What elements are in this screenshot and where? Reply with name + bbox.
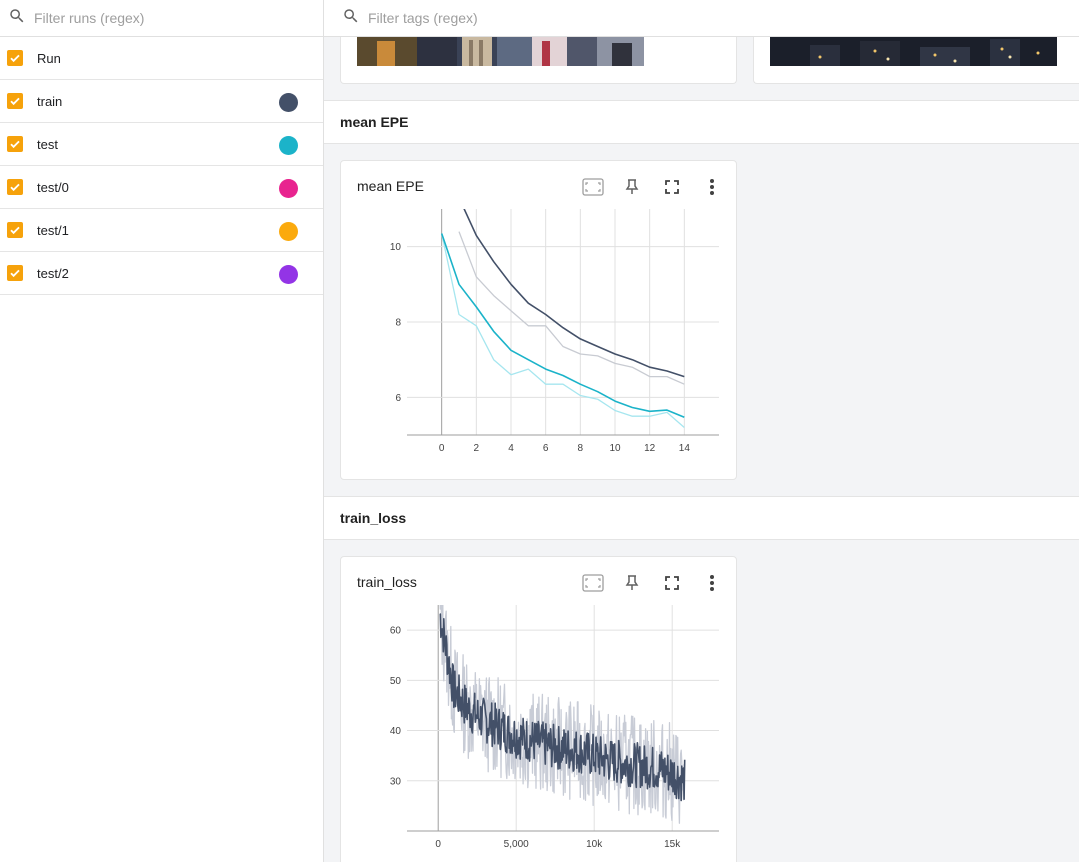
- scalar-card-mean-epe: mean EPE 0 2 4 6 8 10 12 14 6 8 10: [340, 160, 737, 480]
- check-icon: [10, 226, 20, 235]
- x-tick-label: 4: [508, 443, 514, 454]
- scalar-card-train-loss: train_loss 0 5,000 10k 15k 30 40 50 60: [340, 556, 737, 862]
- image-thumbnail[interactable]: [770, 37, 1057, 66]
- series-line-test-smoothed: [440, 233, 685, 419]
- train-loss-chart[interactable]: 0 5,000 10k 15k 30 40 50 60: [341, 605, 736, 862]
- y-tick-label: 30: [390, 776, 402, 787]
- x-tick-label: 12: [644, 443, 656, 454]
- plot-area: [440, 209, 685, 428]
- run-checkbox[interactable]: [7, 265, 23, 281]
- run-list: Run train test test/0 test/1 test/2: [0, 37, 323, 295]
- check-icon: [10, 54, 20, 63]
- run-select-all-row[interactable]: Run: [0, 37, 323, 80]
- series-line-train-raw: [458, 231, 685, 385]
- main-panel: Filter tags (regex) mean EPE mean EPE 0 …: [324, 0, 1079, 862]
- mean-epe-chart[interactable]: 0 2 4 6 8 10 12 14 6 8 10: [341, 209, 736, 469]
- y-tick-label: 40: [390, 726, 402, 737]
- plot-area: [439, 605, 686, 824]
- run-color-swatch[interactable]: [279, 222, 298, 241]
- card-title: train_loss: [357, 574, 417, 590]
- x-tick-label: 10: [609, 443, 621, 454]
- run-checkbox[interactable]: [7, 136, 23, 152]
- run-label: test/1: [37, 222, 69, 238]
- tags-filter[interactable]: Filter tags (regex): [324, 0, 1079, 37]
- run-row[interactable]: train: [0, 80, 323, 123]
- image-thumbnail[interactable]: [357, 37, 644, 66]
- runs-sidebar: Filter runs (regex) Run train test test/0 te…: [0, 0, 324, 862]
- runs-filter-input[interactable]: Filter runs (regex): [34, 10, 144, 26]
- run-row[interactable]: test: [0, 123, 323, 166]
- fullscreen-icon[interactable]: [660, 175, 684, 199]
- image-card: [753, 37, 1079, 84]
- series-line-train-smoothed: [463, 209, 685, 378]
- run-label: train: [37, 93, 63, 109]
- y-tick-label: 50: [390, 676, 402, 687]
- x-tick-label: 10k: [586, 839, 603, 850]
- x-tick-label: 5,000: [504, 839, 529, 850]
- series-line-test-raw: [441, 233, 685, 428]
- check-icon: [10, 183, 20, 192]
- pin-icon[interactable]: [620, 571, 644, 595]
- x-tick-label: 0: [439, 443, 445, 454]
- more-vert-icon[interactable]: [700, 175, 724, 199]
- runs-filter[interactable]: Filter runs (regex): [0, 0, 323, 37]
- check-icon: [10, 97, 20, 106]
- check-icon: [10, 140, 20, 149]
- run-checkbox[interactable]: [7, 50, 23, 66]
- search-icon: [342, 7, 360, 30]
- run-row[interactable]: test/0: [0, 166, 323, 209]
- run-color-swatch[interactable]: [279, 136, 298, 155]
- fit-domain-icon[interactable]: [581, 571, 605, 595]
- run-checkbox[interactable]: [7, 93, 23, 109]
- run-label: Run: [37, 50, 61, 66]
- section-header-train-loss[interactable]: train_loss: [324, 496, 1079, 540]
- x-tick-label: 0: [435, 839, 441, 850]
- y-tick-label: 6: [395, 393, 401, 404]
- run-color-swatch[interactable]: [279, 93, 298, 112]
- y-tick-label: 8: [395, 318, 401, 329]
- card-title: mean EPE: [357, 178, 424, 194]
- run-row[interactable]: test/2: [0, 252, 323, 295]
- check-icon: [10, 269, 20, 278]
- x-tick-label: 15k: [664, 839, 681, 850]
- fullscreen-icon[interactable]: [660, 571, 684, 595]
- run-color-swatch[interactable]: [279, 265, 298, 284]
- pin-icon[interactable]: [620, 175, 644, 199]
- y-tick-label: 60: [390, 626, 402, 637]
- tags-filter-input[interactable]: Filter tags (regex): [368, 10, 478, 26]
- more-vert-icon[interactable]: [700, 571, 724, 595]
- x-tick-label: 8: [578, 443, 584, 454]
- run-checkbox[interactable]: [7, 222, 23, 238]
- run-label: test/0: [37, 179, 69, 195]
- run-checkbox[interactable]: [7, 179, 23, 195]
- run-row[interactable]: test/1: [0, 209, 323, 252]
- section-header-mean-epe[interactable]: mean EPE: [324, 100, 1079, 144]
- run-label: test: [37, 136, 58, 152]
- search-icon: [8, 7, 26, 30]
- x-tick-label: 14: [679, 443, 691, 454]
- section-title: mean EPE: [340, 114, 409, 130]
- fit-domain-icon[interactable]: [581, 175, 605, 199]
- x-tick-label: 6: [543, 443, 549, 454]
- run-label: test/2: [37, 265, 69, 281]
- image-card: [340, 37, 737, 84]
- x-tick-label: 2: [474, 443, 480, 454]
- run-color-swatch[interactable]: [279, 179, 298, 198]
- y-tick-label: 10: [390, 242, 402, 253]
- section-title: train_loss: [340, 510, 407, 526]
